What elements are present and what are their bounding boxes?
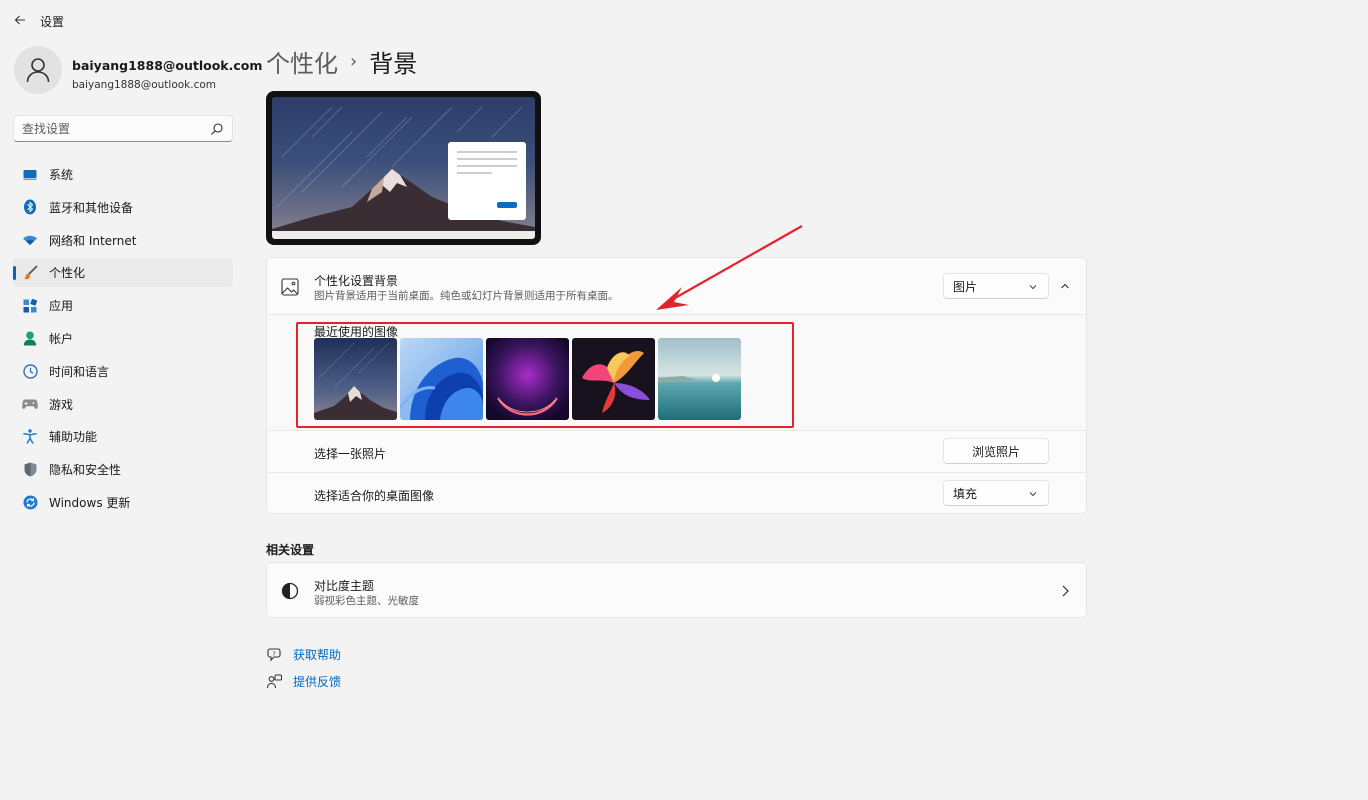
feedback-label: 提供反馈 — [293, 674, 342, 689]
sidebar-item-network[interactable]: 网络和 Internet — [13, 226, 233, 255]
sidebar-item-gaming[interactable]: 游戏 — [13, 390, 233, 419]
search-input[interactable] — [22, 121, 202, 137]
sidebar-item-label: 蓝牙和其他设备 — [49, 200, 134, 215]
chevron-down-icon — [1029, 492, 1037, 497]
browse-photos-button[interactable]: 浏览照片 — [943, 438, 1049, 464]
sidebar-item-label: 帐户 — [49, 331, 74, 346]
recent-image-purple-glow[interactable] — [486, 338, 569, 420]
contrast-icon — [281, 582, 299, 600]
preview-window — [448, 142, 526, 220]
feedback-icon — [266, 673, 282, 689]
get-help-link[interactable]: ? 获取帮助 — [266, 645, 341, 663]
search-box[interactable] — [13, 115, 233, 142]
nav-list: 系统 蓝牙和其他设备 网络和 Internet 个性化 应用 帐户 时间和语言 — [13, 160, 233, 521]
account-icon — [22, 330, 38, 346]
chevron-right-icon — [1062, 585, 1069, 597]
collapse-button[interactable] — [1054, 275, 1076, 297]
update-icon — [22, 494, 38, 510]
recent-image-colorful-flower[interactable] — [572, 338, 655, 420]
background-title: 个性化设置背景 — [314, 274, 399, 288]
background-type-value: 图片 — [953, 279, 978, 294]
recent-image-blue-bloom[interactable] — [400, 338, 483, 420]
brush-icon — [22, 265, 38, 281]
avatar — [14, 46, 62, 94]
feedback-link[interactable]: 提供反馈 — [266, 672, 341, 690]
fit-label: 选择适合你的桌面图像 — [314, 489, 435, 503]
preview-wallpaper — [272, 97, 535, 239]
page-title: 背景 — [369, 49, 418, 78]
title-bar: 设置 — [0, 0, 1368, 40]
back-button[interactable] — [10, 10, 30, 30]
choose-photo-label: 选择一张照片 — [314, 447, 387, 461]
sidebar-item-accounts[interactable]: 帐户 — [13, 324, 233, 353]
sidebar-item-bluetooth[interactable]: 蓝牙和其他设备 — [13, 193, 233, 222]
background-settings-card: 个性化设置背景 图片背景适用于当前桌面。纯色或幻灯片背景则适用于所有桌面。 图片… — [266, 257, 1087, 514]
bluetooth-icon — [22, 199, 38, 215]
accessibility-icon — [22, 429, 38, 445]
system-icon — [22, 167, 38, 183]
background-subtitle: 图片背景适用于当前桌面。纯色或幻灯片背景则适用于所有桌面。 — [314, 290, 619, 302]
breadcrumb: 个性化 › 背景 — [266, 44, 417, 78]
back-arrow-icon — [14, 15, 25, 25]
gamepad-icon — [22, 396, 38, 412]
sidebar-item-label: 游戏 — [49, 397, 74, 412]
fit-value: 填充 — [953, 486, 978, 501]
sidebar-item-label: 隐私和安全性 — [49, 463, 122, 478]
get-help-label: 获取帮助 — [293, 647, 342, 662]
wifi-icon — [22, 232, 38, 248]
sidebar-item-privacy[interactable]: 隐私和安全性 — [13, 455, 233, 484]
recent-images-list — [314, 338, 741, 420]
sidebar-item-label: 辅助功能 — [49, 430, 98, 445]
help-links: ? 获取帮助 提供反馈 — [266, 645, 341, 699]
fit-row: 选择适合你的桌面图像 填充 — [267, 472, 1086, 514]
person-icon — [26, 58, 50, 83]
contrast-subtitle: 弱视彩色主题、光敏度 — [314, 595, 419, 607]
sidebar-item-windows-update[interactable]: Windows 更新 — [13, 488, 233, 517]
desktop-preview — [266, 91, 541, 245]
svg-text:?: ? — [272, 651, 275, 658]
recent-images-section: 最近使用的图像 — [267, 314, 1086, 430]
breadcrumb-separator: › — [350, 50, 358, 72]
contrast-title: 对比度主题 — [314, 579, 375, 593]
related-settings-title: 相关设置 — [266, 543, 315, 557]
sidebar-item-label: 时间和语言 — [49, 364, 110, 379]
sidebar-item-personalization[interactable]: 个性化 — [13, 258, 233, 288]
image-icon — [281, 278, 299, 296]
sidebar-item-label: 系统 — [49, 168, 74, 182]
app-title: 设置 — [40, 15, 65, 29]
background-type-row[interactable]: 个性化设置背景 图片背景适用于当前桌面。纯色或幻灯片背景则适用于所有桌面。 图片 — [267, 258, 1086, 314]
choose-photo-row: 选择一张照片 浏览照片 — [267, 430, 1086, 472]
sidebar-item-accessibility[interactable]: 辅助功能 — [13, 422, 233, 451]
chevron-up-icon — [1061, 283, 1069, 289]
profile-email: baiyang1888@outlook.com — [72, 79, 217, 91]
background-type-dropdown[interactable]: 图片 — [943, 273, 1049, 299]
sidebar-item-time-language[interactable]: 时间和语言 — [13, 357, 233, 386]
fit-dropdown[interactable]: 填充 — [943, 480, 1049, 506]
user-profile[interactable]: baiyang1888@outlook.com baiyang1888@outl… — [14, 46, 262, 98]
recent-image-mountain[interactable] — [314, 338, 397, 420]
apps-icon — [22, 298, 38, 314]
sidebar-item-label: 网络和 Internet — [49, 233, 137, 248]
recent-image-seascape[interactable] — [658, 338, 741, 420]
clock-icon — [22, 363, 38, 379]
contrast-themes-card[interactable]: 对比度主题 弱视彩色主题、光敏度 — [266, 562, 1087, 618]
sidebar: baiyang1888@outlook.com baiyang1888@outl… — [0, 40, 262, 800]
sidebar-item-label: 应用 — [49, 299, 74, 314]
profile-name: baiyang1888@outlook.com — [72, 58, 263, 73]
shield-icon — [22, 462, 38, 478]
sidebar-item-system[interactable]: 系统 — [13, 160, 233, 189]
sidebar-item-label: Windows 更新 — [49, 495, 131, 510]
chevron-down-icon — [1029, 285, 1037, 290]
breadcrumb-parent[interactable]: 个性化 — [266, 44, 338, 79]
sidebar-item-apps[interactable]: 应用 — [13, 291, 233, 320]
help-chat-icon: ? — [266, 646, 282, 662]
preview-taskbar — [272, 231, 535, 239]
sidebar-item-label: 个性化 — [49, 266, 86, 281]
search-icon[interactable] — [210, 122, 224, 136]
